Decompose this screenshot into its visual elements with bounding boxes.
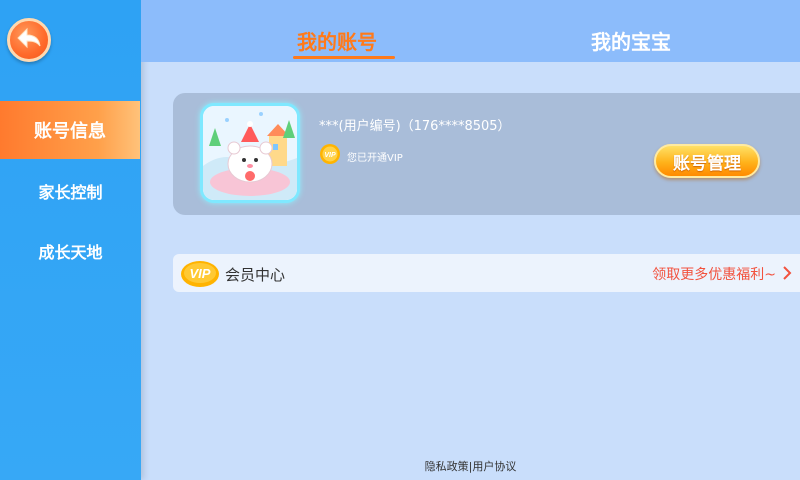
vip-badge-icon: VIP [319,143,341,169]
sidebar-item-label: 账号信息 [34,121,106,142]
sidebar-item-parental-control[interactable]: 家长控制 [0,162,141,220]
tab-my-account[interactable]: 我的账号 [297,26,377,55]
svg-text:VIP: VIP [190,266,211,281]
tab-my-baby[interactable]: 我的宝宝 [591,26,671,55]
sidebar: 账号信息 家长控制 成长天地 [0,0,141,480]
profile-card: ***(用户编号)（176****8505） VIP 您已开通VIP 账号管理 [173,93,800,215]
sidebar-item-label: 成长天地 [38,243,103,262]
member-center-label: 会员中心 [225,266,286,284]
member-center-bar[interactable]: VIP 会员中心 领取更多优惠福利~ [173,254,800,292]
member-promo-text[interactable]: 领取更多优惠福利~ [652,264,776,284]
svg-text:VIP: VIP [324,152,336,159]
account-manage-label: 账号管理 [673,153,741,174]
sidebar-item-label: 家长控制 [38,183,103,202]
sidebar-item-account-info[interactable]: 账号信息 [0,101,140,159]
account-manage-button[interactable]: 账号管理 [654,144,760,178]
sidebar-item-growth-world[interactable]: 成长天地 [0,222,141,280]
tab-active-indicator [293,56,395,59]
chevron-right-icon [781,265,793,285]
back-button[interactable] [7,18,51,62]
vip-crown-icon: VIP [179,257,221,293]
vip-status-row: VIP 您已开通VIP [319,143,403,169]
user-id-text: ***(用户编号)（176****8505） [319,119,511,134]
avatar[interactable] [200,103,300,203]
footer-links[interactable]: 隐私政策|用户协议 [141,458,800,474]
tab-bar: 我的账号 我的宝宝 [141,0,800,62]
back-arrow-icon [16,27,42,53]
footer-policy-links[interactable]: 隐私政策|用户协议 [425,460,517,473]
vip-status-text: 您已开通VIP [347,152,403,164]
avatar-bear-illustration [203,106,297,200]
